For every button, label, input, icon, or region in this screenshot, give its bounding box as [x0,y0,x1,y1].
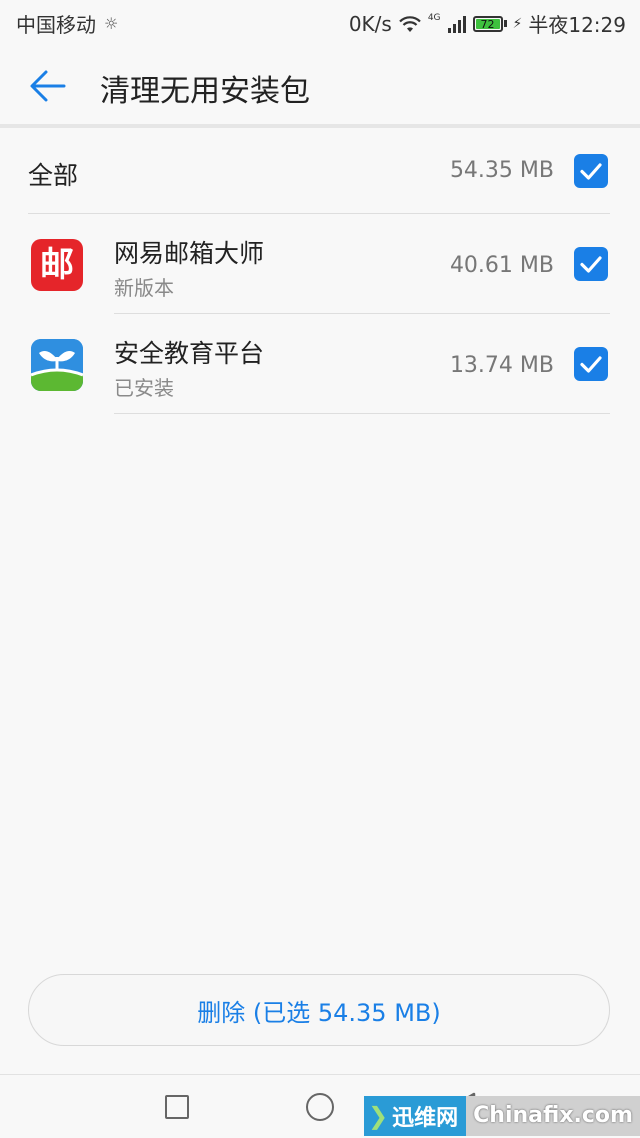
list-item[interactable]: 安全教育平台 已安装 13.74 MB [0,314,640,414]
app-size: 13.74 MB [449,353,554,378]
select-all-checkbox[interactable] [574,154,608,188]
select-all-row[interactable]: 全部 54.35 MB [0,128,640,214]
total-size: 54.35 MB [449,158,554,183]
checkmark-icon [580,256,602,273]
divider [114,413,610,414]
clock-label: 半夜12:29 [528,13,626,37]
arrow-left-icon [30,70,66,102]
checkmark-icon [580,163,602,180]
net-speed-label: 0K/s [348,11,392,36]
battery-level: 72 [475,18,500,30]
delete-button[interactable]: 删除 (已选 54.35 MB) [28,974,610,1046]
battery-icon: 72 [472,15,507,32]
page-title: 清理无用安装包 [100,74,310,109]
app-name: 网易邮箱大师 [114,239,265,268]
status-left: 中国移动 ☼ [16,9,118,38]
watermark-right-text: Chinafix.com [473,1103,633,1128]
app-bar: 清理无用安装包 [0,44,640,126]
list-item[interactable]: 邮 网易邮箱大师 新版本 40.61 MB [0,214,640,314]
app-name: 安全教育平台 [114,339,265,368]
bolt-icon: ⚡ [512,15,523,32]
sun-icon: ☼ [104,14,119,33]
app-size: 40.61 MB [449,253,554,278]
select-all-label: 全部 [28,161,79,190]
package-list: 全部 54.35 MB 邮 网易邮箱大师 新版本 40.61 MB 安全教育平台… [0,128,640,414]
wifi-icon [398,14,422,34]
mail-app-icon: 邮 [31,239,83,291]
status-bar: 中国移动 ☼ 0K/s 4G 72 ⚡ 半夜12:29 [0,0,640,44]
signal-icon [447,14,467,34]
app-status: 已安装 [114,376,174,400]
back-button[interactable] [24,64,72,108]
sprout-app-icon [31,339,83,391]
watermark-left: ❯ 迅维网 [364,1095,467,1136]
checkmark-icon [580,356,602,373]
battery-tip [503,20,507,27]
watermark: ❯ 迅维网 Chinafix.com [364,1093,640,1138]
battery-body: 72 [472,15,503,32]
app-status: 新版本 [114,276,174,300]
app-checkbox[interactable] [574,247,608,281]
carrier-label: 中国移动 [16,13,96,37]
screen: 中国移动 ☼ 0K/s 4G 72 ⚡ 半夜12:29 清理无用安装包 全部 5… [0,0,640,1138]
status-right: 0K/s 4G 72 ⚡ 半夜12:29 [349,9,626,38]
delete-button-label: 删除 (已选 54.35 MB) [197,998,441,1027]
recent-apps-button[interactable] [165,1095,189,1119]
chevron-right-icon: ❯ [368,1101,389,1130]
home-button[interactable] [306,1093,334,1121]
app-checkbox[interactable] [574,347,608,381]
watermark-left-text: 迅维网 [392,1105,459,1131]
lte-label: 4G [427,12,441,23]
watermark-right: Chinafix.com [466,1095,640,1136]
